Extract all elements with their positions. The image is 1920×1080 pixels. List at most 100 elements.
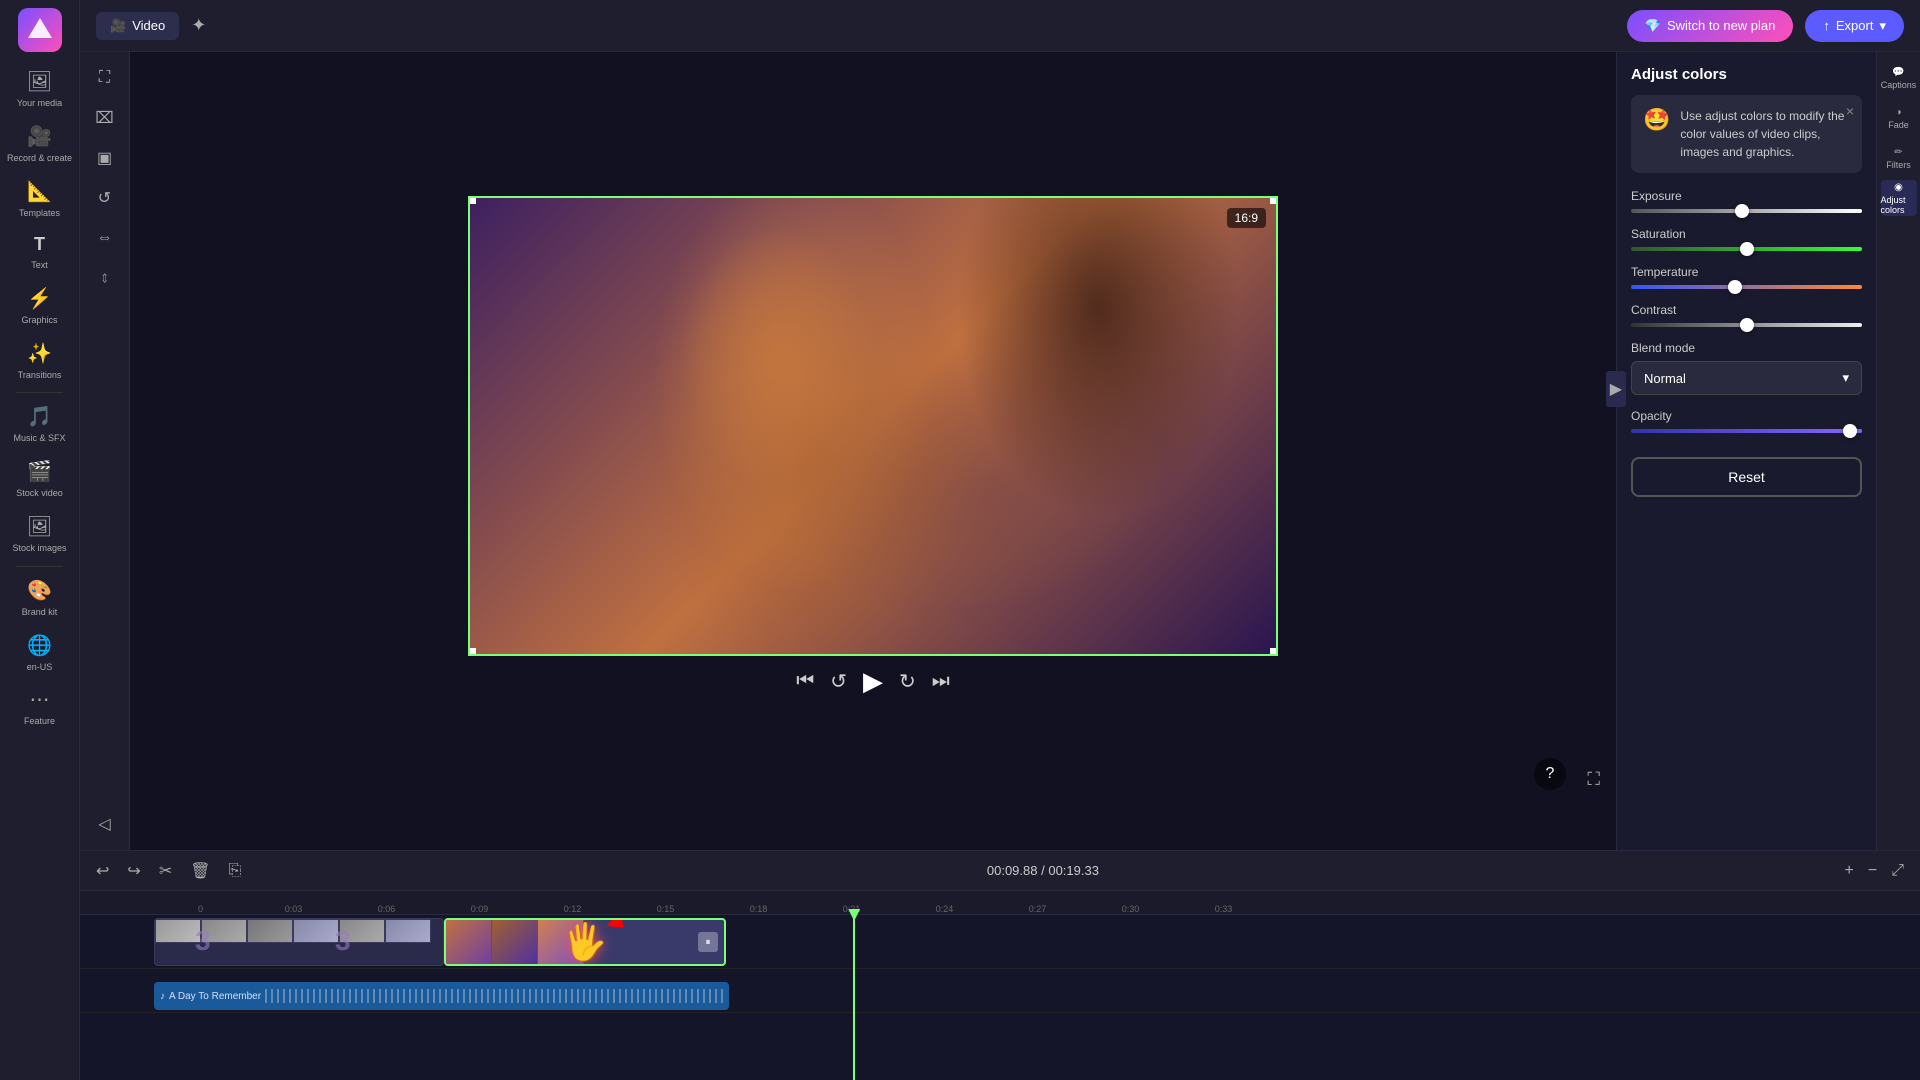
contrast-label: Contrast xyxy=(1631,303,1862,317)
ruler-mark-0: 0 xyxy=(154,904,247,914)
opacity-slider[interactable] xyxy=(1631,429,1862,433)
video-tab[interactable]: 🎥 Video xyxy=(96,12,179,40)
contrast-thumb[interactable] xyxy=(1740,318,1754,332)
playhead[interactable] xyxy=(853,915,855,1080)
blend-mode-chevron: ▾ xyxy=(1842,370,1849,386)
fit-button[interactable]: ⤢ xyxy=(1887,860,1908,882)
skip-forward-button[interactable]: ⏭ xyxy=(932,670,950,693)
ruler-mark-18: 0:18 xyxy=(712,904,805,914)
cursor-arrow xyxy=(607,918,631,935)
timeline-area: ↩ ↪ ✂ 🗑 ⎘ 00:09.88 / 00:19.33 + − ⤢ xyxy=(80,850,1920,1080)
rewind-button[interactable]: ↺ xyxy=(830,669,847,694)
export-chevron: ▾ xyxy=(1879,18,1886,34)
tool-mirror-v[interactable]: ⇔ xyxy=(87,260,123,296)
panel-chevron[interactable]: ▶ xyxy=(1606,371,1626,407)
fade-label: Fade xyxy=(1888,120,1909,130)
cut-button[interactable]: ✂ xyxy=(155,859,176,883)
captions-icon: 💬 xyxy=(1892,67,1904,78)
opacity-control: Opacity xyxy=(1631,409,1862,433)
ruler-mark-24: 0:24 xyxy=(898,904,991,914)
gray-clip-1[interactable]: 3 3 xyxy=(154,918,444,966)
ruler-mark-33: 0:33 xyxy=(1177,904,1270,914)
tool-screen[interactable]: ▣ xyxy=(87,140,123,176)
sidebar-item-en-us[interactable]: 🌐 en-US xyxy=(0,626,79,681)
language-icon: 🌐 xyxy=(27,634,52,658)
zoom-in-button[interactable]: + xyxy=(1841,860,1858,882)
temperature-slider[interactable] xyxy=(1631,285,1862,289)
tool-rotate[interactable]: ↺ xyxy=(87,180,123,216)
tool-expand[interactable]: ⛶ xyxy=(87,60,123,96)
corner-handle-bl[interactable] xyxy=(468,648,476,656)
tools-panel: ⛶ ⌧ ▣ ↺ ⇔ ⇔ ◁ xyxy=(80,52,130,850)
play-button[interactable]: ▶ xyxy=(863,666,883,697)
sidebar-item-stock-video[interactable]: 🎬 Stock video xyxy=(0,452,79,507)
saturation-control: Saturation xyxy=(1631,227,1862,251)
tool-mirror-h[interactable]: ⇔ xyxy=(87,220,123,256)
tab-filters[interactable]: ✏ Filters xyxy=(1881,140,1917,176)
gray-cell xyxy=(293,919,339,943)
more-icon: ⋯ xyxy=(30,688,50,712)
sidebar-item-music[interactable]: 🎵 Music & SFX xyxy=(0,397,79,452)
sidebar-item-graphics[interactable]: ⚡ Graphics xyxy=(0,279,79,334)
right-panel: Adjust colors 🤩 Use adjust colors to mod… xyxy=(1616,52,1876,850)
skip-back-button[interactable]: ⏮ xyxy=(796,670,814,693)
sidebar-item-transitions[interactable]: ✨ Transitions xyxy=(0,334,79,389)
transitions-icon: ✨ xyxy=(27,342,52,366)
redo-button[interactable]: ↪ xyxy=(123,859,144,883)
video-tab-icon: 🎥 xyxy=(110,18,126,34)
tooltip-close-button[interactable]: × xyxy=(1846,103,1854,119)
sidebar-item-text[interactable]: T Text xyxy=(0,226,79,278)
contrast-slider[interactable] xyxy=(1631,323,1862,327)
opacity-thumb[interactable] xyxy=(1843,424,1857,438)
tool-crop[interactable]: ⌧ xyxy=(87,100,123,136)
temperature-thumb[interactable] xyxy=(1728,280,1742,294)
time-current: 00:09.88 xyxy=(987,863,1038,878)
help-button[interactable]: ? xyxy=(1534,758,1566,790)
corner-handle-br[interactable] xyxy=(1270,648,1278,656)
ruler-mark-12: 0:12 xyxy=(526,904,619,914)
video-frame xyxy=(468,196,1278,656)
sidebar-item-brand-kit[interactable]: 🎨 Brand kit xyxy=(0,571,79,626)
sidebar-item-record-create[interactable]: 🎥 Record & create xyxy=(0,117,79,172)
exposure-label: Exposure xyxy=(1631,189,1862,203)
panel-collapse-btn[interactable]: ◁ xyxy=(87,806,123,842)
stock-images-icon: 🖼 xyxy=(27,515,52,539)
copy-button[interactable]: ⎘ xyxy=(225,860,246,882)
delete-button[interactable]: 🗑 xyxy=(186,859,214,883)
tab-fade[interactable]: ◑ Fade xyxy=(1881,100,1917,136)
sidebar-item-stock-images[interactable]: 🖼 Stock images xyxy=(0,507,79,562)
sidebar-item-feature[interactable]: ⋯ Feature xyxy=(0,680,79,735)
reset-button[interactable]: Reset xyxy=(1631,457,1862,497)
track-area: 0 0:03 0:06 0:09 0:12 xyxy=(80,891,1920,1080)
timeline-toolbar: ↩ ↪ ✂ 🗑 ⎘ 00:09.88 / 00:19.33 + − ⤢ xyxy=(80,851,1920,891)
tab-adjust-colors[interactable]: ◉ Adjust colors xyxy=(1881,180,1917,216)
upgrade-button[interactable]: 💎 Switch to new plan xyxy=(1627,10,1794,42)
blend-mode-select[interactable]: Normal ▾ xyxy=(1631,361,1862,395)
forward-button[interactable]: ↻ xyxy=(899,669,916,694)
magic-wand-icon[interactable]: ✦ xyxy=(191,15,206,36)
content-row: ⛶ ⌧ ▣ ↺ ⇔ ⇔ ◁ xyxy=(80,52,1920,850)
color-clip[interactable]: Slow motion from 60fps portrait of mixed… xyxy=(444,918,726,966)
video-frame-inner xyxy=(470,198,1276,654)
fullscreen-button[interactable]: ⛶ xyxy=(1587,769,1600,790)
audio-clip[interactable]: ♪ A Day To Remember xyxy=(154,982,729,1010)
media-icon: 🖼 xyxy=(27,70,52,94)
filters-icon: ✏ xyxy=(1894,147,1902,158)
sidebar-item-templates[interactable]: 📐 Templates xyxy=(0,172,79,227)
saturation-thumb[interactable] xyxy=(1740,242,1754,256)
clip-thumb-2 xyxy=(492,920,538,964)
saturation-slider[interactable] xyxy=(1631,247,1862,251)
corner-handle-tr[interactable] xyxy=(1270,196,1278,204)
export-button[interactable]: ↑ Export ▾ xyxy=(1805,10,1904,42)
corner-handle-tl[interactable] xyxy=(468,196,476,204)
sidebar-item-your-media[interactable]: 🖼 Your media xyxy=(0,62,79,117)
adjust-colors-tab-label: Adjust colors xyxy=(1881,195,1917,215)
time-total: 00:19.33 xyxy=(1048,863,1099,878)
export-label: Export xyxy=(1836,18,1874,33)
clip-pause-btn[interactable]: ⏸ xyxy=(698,932,718,952)
tab-captions[interactable]: 💬 Captions xyxy=(1881,60,1917,96)
zoom-out-button[interactable]: − xyxy=(1864,860,1881,882)
undo-button[interactable]: ↩ xyxy=(92,859,113,883)
exposure-slider[interactable] xyxy=(1631,209,1862,213)
exposure-thumb[interactable] xyxy=(1735,204,1749,218)
